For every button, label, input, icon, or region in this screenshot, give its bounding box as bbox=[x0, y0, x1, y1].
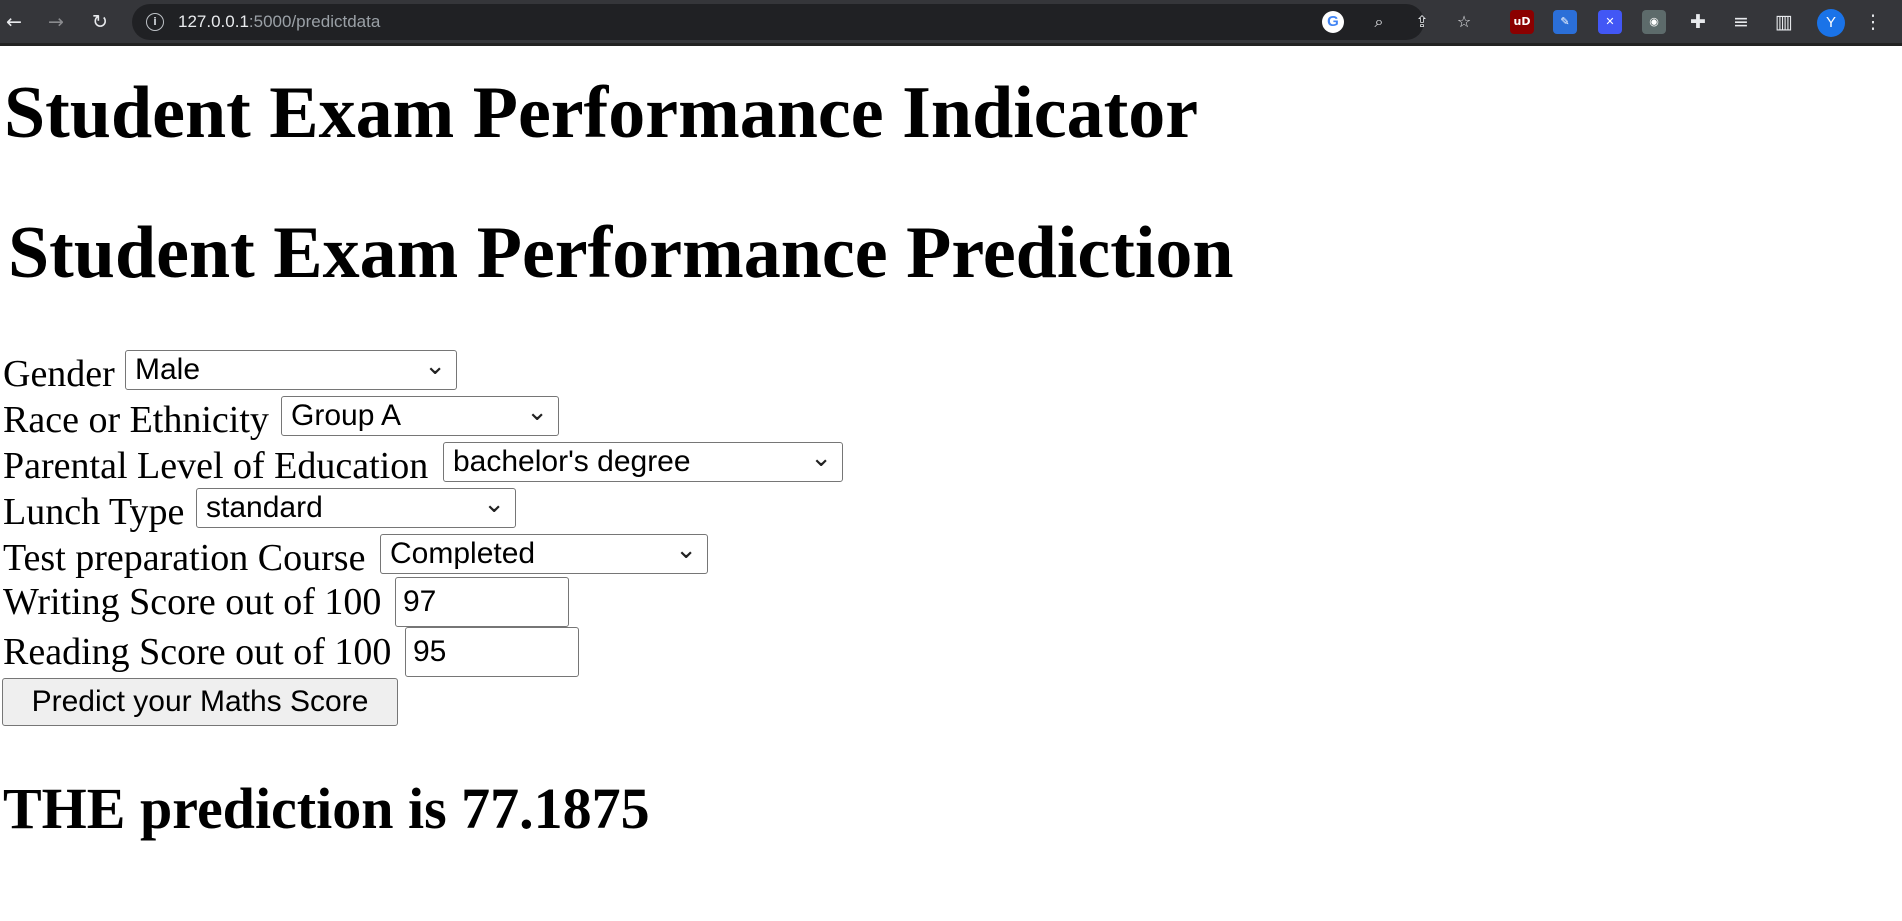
gender-select[interactable]: Male ⌄ bbox=[125, 350, 457, 390]
predict-button[interactable]: Predict your Maths Score bbox=[2, 678, 398, 726]
google-lens-icon[interactable]: G bbox=[1322, 11, 1344, 33]
chevron-down-icon: ⌄ bbox=[424, 351, 446, 381]
more-menu-icon[interactable]: ⋮ bbox=[1861, 10, 1885, 34]
page-title: Student Exam Performance Indicator bbox=[4, 72, 1199, 154]
parental-education-select[interactable]: bachelor's degree ⌄ bbox=[443, 442, 843, 482]
extensions-puzzle-icon[interactable]: ✚ bbox=[1686, 10, 1710, 34]
chevron-down-icon: ⌄ bbox=[675, 535, 697, 565]
bookmark-star-icon[interactable]: ☆ bbox=[1452, 10, 1476, 34]
writing-score-input[interactable]: 97 bbox=[395, 577, 569, 627]
media-playlist-icon[interactable]: ≡ bbox=[1729, 10, 1753, 34]
extension-cursor-icon[interactable]: ✕ bbox=[1598, 10, 1622, 34]
share-icon[interactable]: ⇪ bbox=[1410, 10, 1434, 34]
side-panel-icon[interactable]: ▥ bbox=[1772, 10, 1796, 34]
forward-arrow-icon[interactable]: → bbox=[44, 10, 68, 34]
reload-icon[interactable]: ↻ bbox=[88, 10, 112, 34]
site-info-icon[interactable]: i bbox=[146, 13, 164, 31]
url-text[interactable]: 127.0.0.1:5000/predictdata bbox=[178, 12, 380, 32]
reading-score-input[interactable]: 95 bbox=[405, 627, 579, 677]
test-prep-select[interactable]: Completed ⌄ bbox=[380, 534, 708, 574]
ethnicity-select[interactable]: Group A ⌄ bbox=[281, 396, 559, 436]
address-bar[interactable]: i 127.0.0.1:5000/predictdata G ⌕ ⇪ ☆ bbox=[132, 4, 1471, 40]
reading-score-label: Reading Score out of 100 bbox=[3, 631, 392, 673]
ethnicity-label: Race or Ethnicity bbox=[3, 399, 269, 441]
chevron-down-icon: ⌄ bbox=[526, 397, 548, 427]
lunch-label: Lunch Type bbox=[3, 491, 185, 533]
extension-globe-icon[interactable]: ◉ bbox=[1642, 10, 1666, 34]
extension-pen-icon[interactable]: ✎ bbox=[1553, 10, 1577, 34]
chevron-down-icon: ⌄ bbox=[810, 443, 832, 473]
chevron-down-icon: ⌄ bbox=[483, 489, 505, 519]
test-prep-label: Test preparation Course bbox=[3, 537, 366, 579]
gender-label: Gender bbox=[3, 353, 115, 395]
prediction-result: THE prediction is 77.1875 bbox=[3, 776, 650, 841]
parental-education-label: Parental Level of Education bbox=[3, 445, 429, 487]
lunch-select[interactable]: standard ⌄ bbox=[196, 488, 516, 528]
writing-score-label: Writing Score out of 100 bbox=[3, 581, 382, 623]
browser-toolbar: ← → ↻ i 127.0.0.1:5000/predictdata G ⌕ ⇪… bbox=[0, 0, 1902, 46]
zoom-icon[interactable]: ⌕ bbox=[1367, 10, 1391, 34]
ublock-extension-icon[interactable]: uD bbox=[1510, 10, 1534, 34]
form-heading: Student Exam Performance Prediction bbox=[8, 212, 1234, 294]
profile-avatar[interactable]: Y bbox=[1817, 9, 1845, 37]
back-arrow-icon[interactable]: ← bbox=[2, 10, 26, 34]
